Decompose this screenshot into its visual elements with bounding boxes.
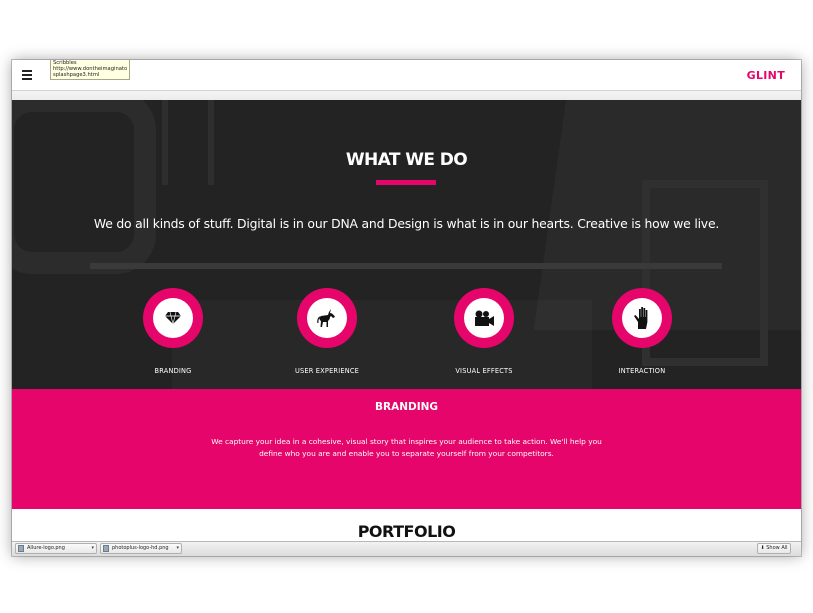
icon-ring <box>143 288 203 348</box>
link-tooltip: Scribbles http://www.dontheimaginator.co… <box>50 60 130 80</box>
header-divider <box>12 91 801 100</box>
section-divider <box>90 263 722 269</box>
tooltip-line: splashpage3.html <box>53 72 100 78</box>
background-decoration <box>162 100 214 185</box>
download-item[interactable]: Allure-logo.png ▾ <box>15 543 97 554</box>
download-item[interactable]: photoplus-logo-hd.png ▾ <box>100 543 182 554</box>
show-all-label: Show All <box>766 545 788 551</box>
diamond-icon <box>165 312 181 324</box>
background-decoration <box>12 100 156 274</box>
site-header: Scribbles http://www.dontheimaginator.co… <box>12 60 801 91</box>
download-filename: photoplus-logo-hd.png <box>112 545 169 551</box>
brand-logo[interactable]: GLINT <box>747 69 785 82</box>
chevron-down-icon[interactable]: ▾ <box>91 544 94 553</box>
menu-icon[interactable] <box>22 70 32 80</box>
browser-window: Scribbles http://www.dontheimaginator.co… <box>12 60 801 556</box>
video-camera-icon <box>475 310 494 326</box>
service-branding[interactable]: BRANDING <box>108 288 238 375</box>
section-intro: We do all kinds of stuff. Digital is in … <box>93 216 720 231</box>
unicorn-icon <box>317 309 335 327</box>
icon-ring <box>612 288 672 348</box>
service-interaction[interactable]: INTERACTION <box>577 288 707 375</box>
download-filename: Allure-logo.png <box>27 545 65 551</box>
service-label: BRANDING <box>154 367 192 375</box>
branding-description: We capture your idea in a cohesive, visu… <box>211 437 602 458</box>
service-user-experience[interactable]: USER EXPERIENCE <box>262 288 392 375</box>
downloads-bar: Allure-logo.png ▾ photoplus-logo-hd.png … <box>12 541 801 556</box>
download-arrow-icon: ⬇ <box>760 545 765 551</box>
branding-section: BRANDING We capture your idea in a cohes… <box>12 389 801 509</box>
branding-title: BRANDING <box>374 401 439 413</box>
service-visual-effects[interactable]: VISUAL EFFECTS <box>419 288 549 375</box>
file-icon <box>18 545 24 552</box>
icon-ring <box>297 288 357 348</box>
title-underline <box>376 180 436 185</box>
icon-ring <box>454 288 514 348</box>
service-label: USER EXPERIENCE <box>294 367 360 375</box>
hand-icon <box>634 307 648 329</box>
chevron-down-icon[interactable]: ▾ <box>176 544 179 553</box>
section-title: WHAT WE DO <box>345 150 468 170</box>
what-we-do-section: WHAT WE DO We do all kinds of stuff. Dig… <box>12 100 801 389</box>
service-label: VISUAL EFFECTS <box>455 367 513 375</box>
file-icon <box>103 545 109 552</box>
show-all-button[interactable]: ⬇ Show All <box>757 543 791 554</box>
service-label: INTERACTION <box>618 367 666 375</box>
portfolio-title: PORTFOLIO <box>357 522 456 541</box>
